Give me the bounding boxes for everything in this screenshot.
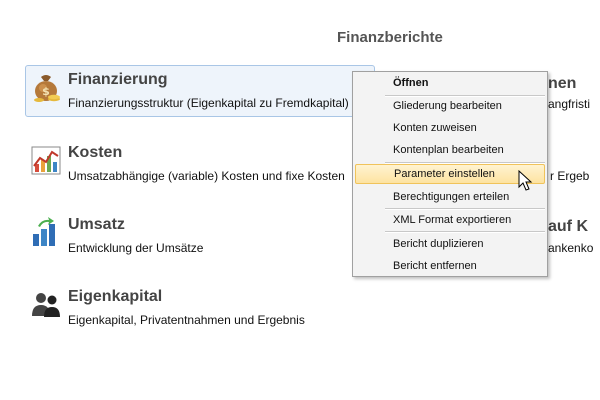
menu-item-parameter-einstellen[interactable]: Parameter einstellen: [355, 164, 545, 184]
report-item-kosten[interactable]: Kosten Umsatzabhängige (variable) Kosten…: [25, 138, 375, 190]
cost-chart-icon: [31, 146, 61, 175]
report-title: Umsatz: [68, 216, 125, 233]
report-title: Eigenkapital: [68, 288, 163, 305]
menu-item-xml-exportieren[interactable]: XML Format exportieren: [355, 210, 545, 230]
page-title: Finanzberichte: [337, 29, 443, 46]
report-description: Finanzierungsstruktur (Eigenkapital zu F…: [68, 96, 349, 110]
report-title: Kosten: [68, 144, 123, 161]
menu-item-berechtigungen-erteilen[interactable]: Berechtigungen erteilen: [355, 187, 545, 207]
money-bag-icon: $: [34, 75, 60, 102]
people-icon: [32, 293, 60, 317]
report-item-finanzierung[interactable]: $ Finanzierung Finanzierungsstruktur (Ei…: [25, 65, 375, 117]
report-description: Entwicklung der Umsätze: [68, 241, 204, 255]
right-report-desc-fragment: angfristi: [548, 97, 591, 111]
right-report-title-fragment[interactable]: nen: [548, 75, 576, 93]
right-report-desc-fragment: r Ergeb: [550, 169, 590, 183]
menu-item-gliederung-bearbeiten[interactable]: Gliederung bearbeiten: [355, 96, 545, 116]
menu-item-oeffnen[interactable]: Öffnen: [355, 73, 545, 93]
mouse-cursor-icon: [518, 170, 533, 191]
report-description: Eigenkapital, Privatentnahmen und Ergebn…: [68, 313, 305, 327]
right-report-title-fragment[interactable]: auf K: [548, 218, 588, 236]
menu-item-kontenplan-bearbeiten[interactable]: Kontenplan bearbeiten: [355, 140, 545, 160]
menu-item-bericht-entfernen[interactable]: Bericht entfernen: [355, 256, 545, 276]
menu-item-bericht-duplizieren[interactable]: Bericht duplizieren: [355, 234, 545, 254]
report-item-umsatz[interactable]: Umsatz Entwicklung der Umsätze: [25, 210, 375, 262]
report-description: Umsatzabhängige (variable) Kosten und fi…: [68, 169, 345, 183]
report-item-eigenkapital[interactable]: Eigenkapital Eigenkapital, Privatentnahm…: [25, 282, 375, 334]
revenue-bar-chart-icon: [33, 217, 55, 246]
menu-separator: [385, 231, 545, 233]
menu-item-konten-zuweisen[interactable]: Konten zuweisen: [355, 118, 545, 138]
report-title: Finanzierung: [68, 71, 168, 88]
right-report-desc-fragment: ankenko: [548, 241, 594, 255]
